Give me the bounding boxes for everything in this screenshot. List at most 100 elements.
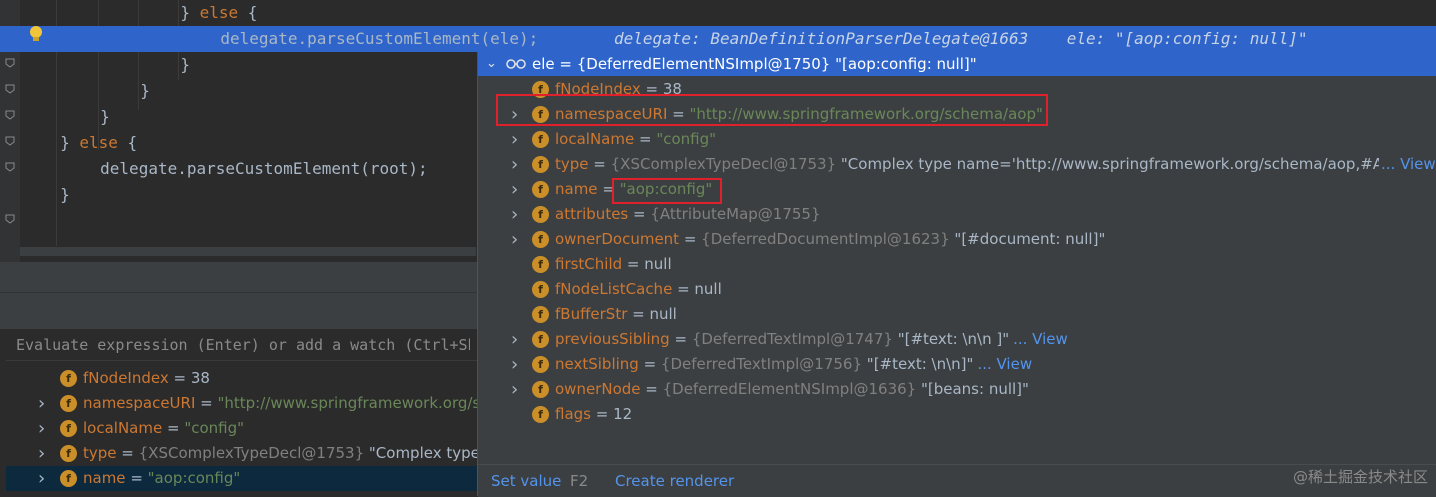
code-line[interactable]: } else {: [0, 0, 1436, 26]
field-icon: f: [60, 370, 77, 387]
variable-name: localName: [555, 130, 635, 148]
expand-arrow-icon[interactable]: ›: [511, 152, 523, 177]
field-icon: f: [532, 381, 549, 398]
variable-value: null: [644, 255, 672, 273]
variable-name: type: [555, 155, 589, 173]
variable-text: nextSibling = {DeferredTextImpl@1756} "[…: [555, 352, 1032, 377]
expand-arrow-icon[interactable]: ›: [38, 416, 50, 441]
variable-row[interactable]: › f ownerNode = {DeferredElementNSImpl@163…: [478, 377, 1436, 402]
create-renderer-button[interactable]: Create renderer: [615, 465, 734, 497]
evaluate-expression-bar[interactable]: [6, 330, 480, 361]
expand-arrow-icon[interactable]: ›: [38, 441, 50, 466]
variable-name: fBufferStr: [555, 305, 628, 323]
variable-row[interactable]: › f type = {XSComplexTypeDecl@1753} "Compl…: [6, 441, 480, 466]
code-line[interactable]: delegate.parseCustomElement(ele); delegat…: [0, 26, 1436, 52]
expand-arrow-icon[interactable]: ›: [511, 352, 523, 377]
variable-text: namespaceURI = "http://www.springframewo…: [83, 391, 480, 416]
variable-row[interactable]: › f localName = "config": [6, 416, 480, 441]
set-value-button[interactable]: Set value: [491, 465, 561, 497]
variable-text: name = "aop:config": [83, 466, 240, 491]
code-text: } else {: [60, 130, 137, 156]
variable-value: "http://www.springframework.org/schema/a…: [217, 394, 480, 412]
expand-arrow-icon[interactable]: ›: [511, 202, 523, 227]
glasses-icon: [506, 59, 526, 69]
field-icon: f: [532, 406, 549, 423]
variable-row[interactable]: › f name = "aop:config": [6, 466, 480, 491]
variable-row[interactable]: f firstChild = null: [478, 252, 1436, 277]
variable-name: flags: [555, 405, 591, 423]
variable-value: "[#text: \n\n ]": [892, 330, 1010, 348]
expand-arrow-icon[interactable]: ›: [38, 466, 50, 491]
variable-value: "[#document: null]": [949, 230, 1106, 248]
field-icon: f: [60, 445, 77, 462]
horizontal-scrollbar[interactable]: [20, 247, 476, 256]
expand-arrow-icon[interactable]: ›: [38, 391, 50, 416]
variable-text: type = {XSComplexTypeDecl@1753} "Complex…: [83, 441, 480, 466]
variable-text: localName = "config": [555, 127, 716, 152]
evaluate-expression-input[interactable]: [6, 330, 480, 360]
equals-sign: =: [679, 230, 702, 248]
variable-row[interactable]: f fBufferStr = null: [478, 302, 1436, 327]
variable-row[interactable]: f fNodeIndex = 38: [6, 366, 480, 391]
variable-row[interactable]: › f attributes = {AttributeMap@1755}: [478, 202, 1436, 227]
code-text: }: [140, 78, 150, 104]
variable-row[interactable]: f flags = 12: [478, 402, 1436, 427]
code-text: }: [100, 104, 110, 130]
variable-row[interactable]: › f type = {XSComplexTypeDecl@1753} "Compl…: [478, 152, 1436, 177]
keyword: else: [199, 3, 239, 22]
code-text: }: [180, 52, 190, 78]
field-icon: f: [532, 131, 549, 148]
variable-name: type: [83, 444, 117, 462]
view-link[interactable]: ... View: [977, 355, 1032, 373]
field-icon: f: [60, 395, 77, 412]
variable-text: type = {XSComplexTypeDecl@1753} "Complex…: [555, 152, 1379, 177]
watermark: @稀土掘金技术社区: [1292, 468, 1428, 486]
equals-sign: =: [125, 469, 148, 487]
view-link[interactable]: ... View: [1013, 330, 1068, 348]
variable-row[interactable]: › f localName = "config": [478, 127, 1436, 152]
variable-name: localName: [83, 419, 163, 437]
variable-row[interactable]: › f nextSibling = {DeferredTextImpl@1756} …: [478, 352, 1436, 377]
debugger-header: [0, 262, 480, 313]
variable-name: fNodeListCache: [555, 280, 673, 298]
field-icon: f: [532, 256, 549, 273]
variable-text: attributes = {AttributeMap@1755}: [555, 202, 821, 227]
variable-type: {XSComplexTypeDecl@1753}: [138, 444, 365, 462]
code-text: delegate.parseCustomElement(ele);: [220, 26, 538, 52]
code-token: }: [60, 133, 80, 152]
variable-text: ownerNode = {DeferredElementNSImpl@1636}…: [555, 377, 1029, 402]
variable-row[interactable]: › f previousSibling = {DeferredTextImpl@17…: [478, 327, 1436, 352]
variable-text: previousSibling = {DeferredTextImpl@1747…: [555, 327, 1068, 352]
equals-sign: =: [168, 369, 191, 387]
equals-sign: =: [195, 394, 218, 412]
code-token: }: [60, 185, 70, 204]
view-link[interactable]: ... View: [1381, 152, 1436, 177]
popup-header[interactable]: ⌄ ele = {DeferredElementNSImpl@1750} "[a…: [478, 52, 1436, 76]
equals-sign: =: [116, 444, 139, 462]
variable-value: "aop:config": [147, 469, 241, 487]
expand-arrow-icon[interactable]: ›: [511, 327, 523, 352]
expand-arrow-icon[interactable]: ›: [511, 127, 523, 152]
field-icon: f: [532, 181, 549, 198]
variable-type: {DeferredTextImpl@1756}: [660, 355, 863, 373]
expand-arrow-icon[interactable]: ›: [511, 177, 523, 202]
collapse-arrow-icon[interactable]: ⌄: [486, 52, 497, 76]
variable-row[interactable]: › f ownerDocument = {DeferredDocumentImpl@…: [478, 227, 1436, 252]
field-icon: f: [532, 231, 549, 248]
equals-sign: =: [634, 130, 657, 148]
variable-value: "config": [184, 419, 245, 437]
variable-text: flags = 12: [555, 402, 632, 427]
fold-icon[interactable]: [5, 214, 15, 224]
variable-row[interactable]: f fNodeListCache = null: [478, 277, 1436, 302]
code-text: }: [60, 182, 70, 208]
code-token: {: [238, 3, 258, 22]
bulb-icon[interactable]: [28, 25, 44, 43]
code-token: }: [100, 107, 110, 126]
field-icon: f: [60, 420, 77, 437]
popup-header-text: ele = {DeferredElementNSImpl@1750} "[aop…: [532, 55, 977, 73]
code-token: }: [180, 3, 200, 22]
expand-arrow-icon[interactable]: ›: [511, 377, 523, 402]
expand-arrow-icon[interactable]: ›: [511, 227, 523, 252]
variable-row[interactable]: › f namespaceURI = "http://www.springframe…: [6, 391, 480, 416]
variable-value: "config": [656, 130, 717, 148]
